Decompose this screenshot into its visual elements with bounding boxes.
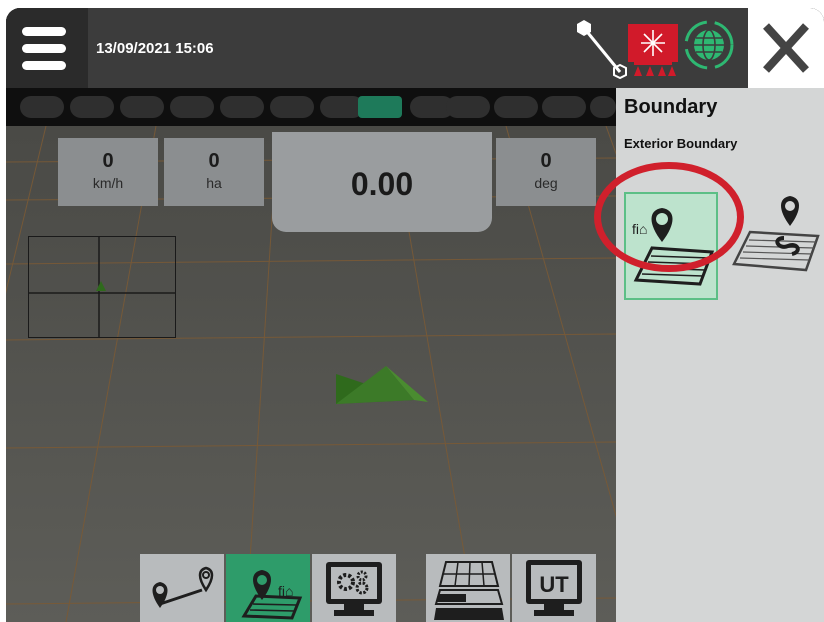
section-indicator-bar — [6, 88, 616, 126]
heading-unit: deg — [534, 175, 558, 191]
section-indicator-active — [358, 96, 402, 118]
date-time: 13/09/2021 15:06 — [96, 40, 214, 57]
speed-value: 0 — [102, 150, 114, 172]
interior-boundary-button[interactable]: ⌂ — [728, 188, 820, 284]
main-readout-value: 0.00 — [350, 166, 414, 202]
speed-unit: km/h — [92, 175, 124, 191]
speed-readout: 0 km/h — [58, 138, 158, 206]
ut-button[interactable]: UT — [512, 554, 596, 622]
highlight-circle — [594, 162, 744, 272]
boundary-button[interactable]: fi⌂ — [226, 554, 310, 622]
heading-value: 0 — [540, 150, 552, 172]
section-indicator — [494, 96, 538, 118]
panel-title: Boundary — [624, 96, 718, 118]
section-indicator — [20, 96, 64, 118]
svg-text:UT: UT — [539, 572, 569, 597]
connectivity-globe-icon[interactable] — [682, 18, 736, 72]
interior-boundary-icon: ⌂ — [732, 196, 820, 272]
panel-subtitle: Exterior Boundary — [624, 136, 738, 151]
area-unit: ha — [206, 175, 222, 191]
ut-icon: UT — [526, 560, 582, 616]
section-indicator — [220, 96, 264, 118]
top-bar: 13/09/2021 15:06 — [6, 8, 824, 88]
settings-screen-icon — [326, 562, 382, 616]
settings-screen-button[interactable] — [312, 554, 396, 622]
close-button[interactable] — [748, 8, 824, 88]
coverage-map-icon — [434, 561, 504, 620]
mini-map[interactable] — [28, 236, 176, 338]
vehicle-marker-icon — [96, 281, 106, 291]
implement-status-icon[interactable] — [628, 16, 678, 82]
area-readout: 0 ha — [164, 138, 264, 206]
heading-readout: 0 deg — [496, 138, 596, 206]
svg-text:fi⌂: fi⌂ — [278, 583, 293, 599]
section-indicator — [542, 96, 586, 118]
screen: 13/09/2021 15:06 0 km/h 0 ha 0.00 0 deg … — [0, 0, 824, 622]
readouts-bar: 0 km/h 0 ha 0.00 0 deg — [46, 132, 616, 242]
mini-map-grid — [29, 237, 175, 337]
device-display: 13/09/2021 15:06 0 km/h 0 ha 0.00 0 deg … — [6, 8, 824, 622]
guidance-lines-button[interactable] — [140, 554, 224, 622]
main-readout[interactable]: 0.00 — [272, 132, 492, 232]
bottom-toolbar: fi⌂ UT — [136, 550, 596, 622]
section-indicator — [590, 96, 616, 118]
boundary-icon: fi⌂ — [241, 570, 303, 620]
area-value: 0 — [208, 150, 220, 172]
section-indicator — [120, 96, 164, 118]
section-indicator — [270, 96, 314, 118]
guidance-map-view[interactable]: 0 km/h 0 ha 0.00 0 deg fi⌂ UT — [6, 126, 616, 622]
gps-antenna-icon[interactable] — [576, 16, 632, 82]
coverage-map-button[interactable] — [426, 554, 510, 622]
guidance-lines-icon — [152, 566, 214, 608]
menu-button[interactable] — [6, 8, 88, 88]
section-indicator — [70, 96, 114, 118]
close-icon — [763, 23, 809, 73]
section-indicator — [170, 96, 214, 118]
section-indicator — [446, 96, 490, 118]
